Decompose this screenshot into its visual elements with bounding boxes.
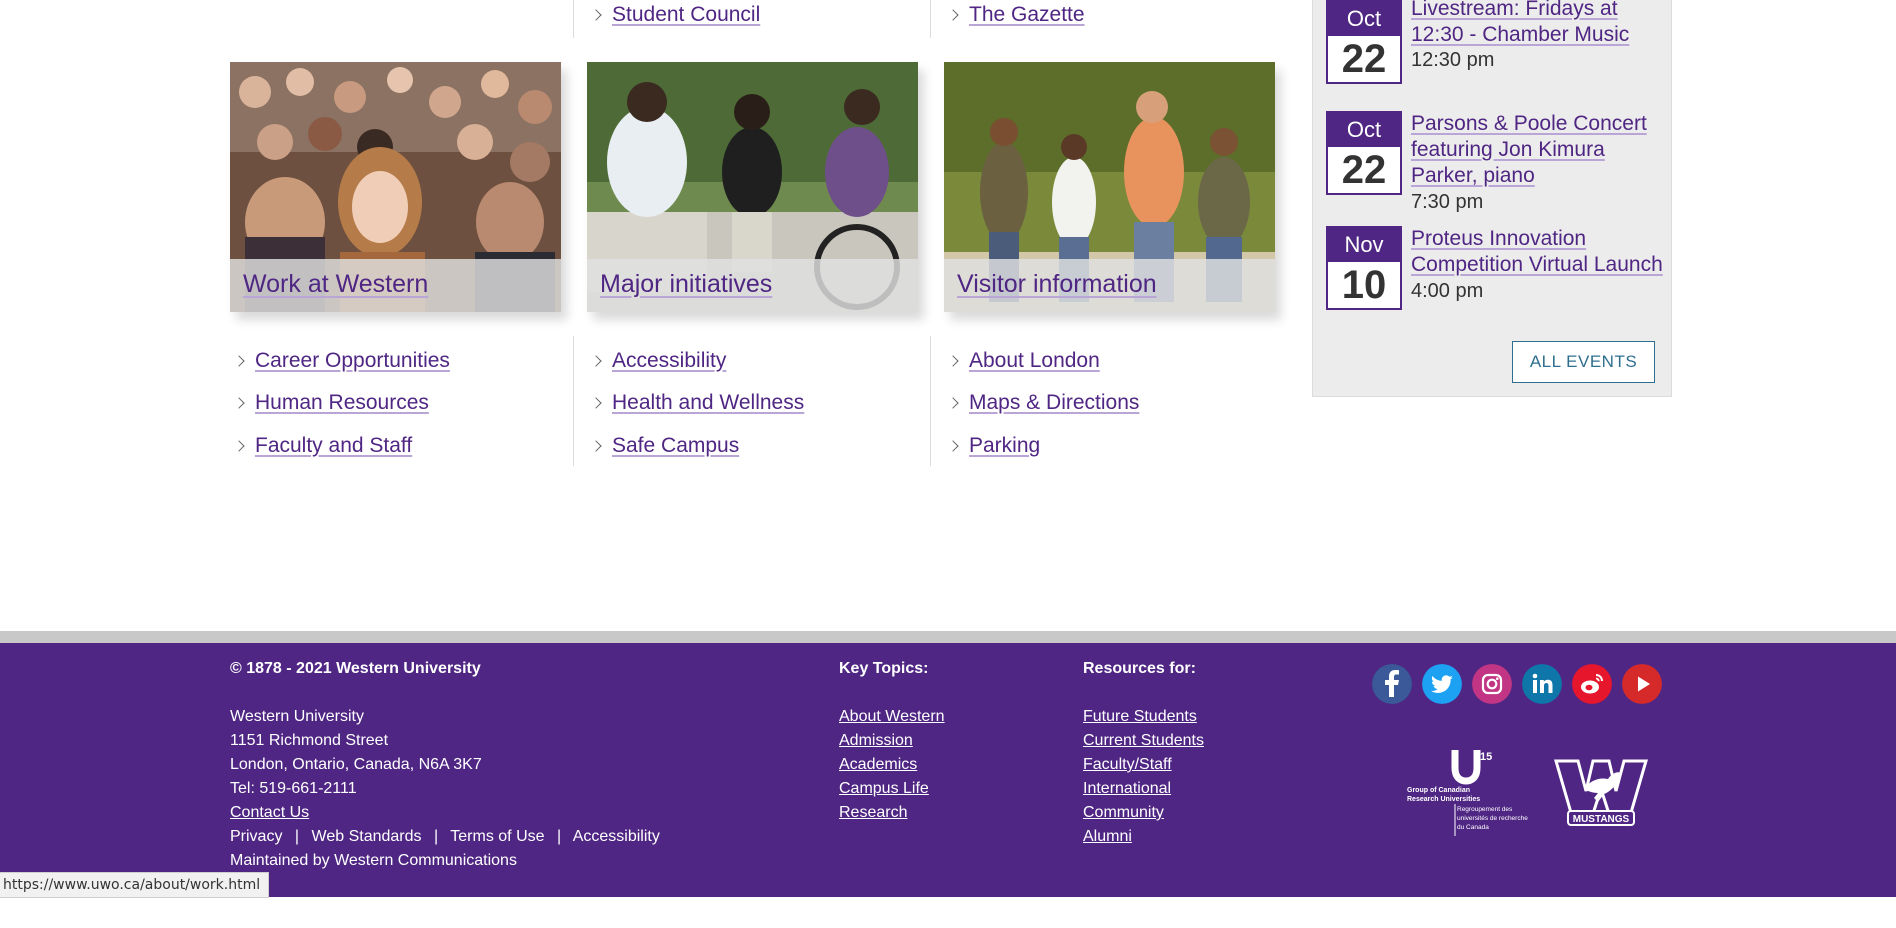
event-month: Nov (1328, 228, 1400, 262)
status-bar-url: https://www.uwo.ca/about/work.html (0, 872, 270, 898)
youtube-icon[interactable] (1622, 664, 1662, 704)
svg-text:universités de recherche: universités de recherche (1457, 815, 1528, 822)
chevron-right-icon (590, 397, 602, 409)
link-the-gazette[interactable]: The Gazette (969, 3, 1085, 27)
footer-top-band (0, 631, 1896, 643)
card-visitor-information[interactable]: Visitor information (944, 62, 1275, 312)
key-topic-link[interactable]: Academics (839, 756, 917, 774)
column-divider (573, 336, 574, 466)
resource-link[interactable]: Alumni (1083, 828, 1132, 846)
footer-contact-link[interactable]: Contact Us (230, 804, 309, 822)
event-title-link[interactable]: Livestream: Fridays at 12:30 - Chamber M… (1411, 0, 1671, 48)
mustangs-logo-graphic: MUSTANGS (1554, 759, 1648, 826)
column-divider (930, 336, 931, 466)
event-day: 22 (1341, 148, 1387, 192)
key-topic-link[interactable]: Research (839, 804, 907, 822)
chevron-right-icon (233, 397, 245, 409)
link-maps-and-directions[interactable]: Maps & Directions (969, 391, 1139, 415)
svg-text:Research Universities: Research Universities (1407, 796, 1480, 803)
key-topic-link[interactable]: Admission (839, 732, 913, 750)
weibo-icon[interactable] (1572, 664, 1612, 704)
card-title[interactable]: Major initiatives (600, 270, 772, 299)
card-major-initiatives[interactable]: Major initiatives (587, 62, 918, 312)
footer-copyright: © 1878 - 2021 Western University (230, 660, 481, 677)
link-career-opportunities[interactable]: Career Opportunities (255, 349, 450, 373)
card-title[interactable]: Work at Western (243, 270, 428, 299)
svg-text:du Canada: du Canada (1457, 824, 1489, 831)
event-title-link[interactable]: Parsons & Poole Concert featuring Jon Ki… (1411, 111, 1671, 189)
link-human-resources[interactable]: Human Resources (255, 391, 429, 415)
footer-legal-links: Privacy | Web Standards | Terms of Use |… (230, 828, 660, 846)
event-title-link[interactable]: Proteus Innovation Competition Virtual L… (1411, 226, 1671, 278)
link-safe-campus[interactable]: Safe Campus (612, 434, 739, 458)
all-events-button[interactable]: ALL EVENTS (1512, 341, 1655, 383)
event-day: 10 (1341, 263, 1387, 307)
link-accessibility[interactable]: Accessibility (612, 349, 726, 373)
footer-privacy-link[interactable]: Privacy (230, 828, 282, 845)
event-date-badge: Oct 22 (1326, 0, 1402, 84)
chevron-right-icon (947, 355, 959, 367)
chevron-right-icon (590, 355, 602, 367)
resource-link[interactable]: Future Students (1083, 708, 1197, 726)
svg-text:15: 15 (1480, 751, 1492, 763)
footer-web-standards-link[interactable]: Web Standards (312, 828, 422, 845)
event-time: 4:00 pm (1411, 280, 1484, 302)
footer-separator: | (294, 828, 300, 845)
svg-text:MUSTANGS: MUSTANGS (1573, 814, 1630, 825)
resource-link[interactable]: Faculty/Staff (1083, 756, 1172, 774)
footer-maintained-prefix: Maintained by (230, 852, 335, 869)
resource-link[interactable]: Current Students (1083, 732, 1204, 750)
footer-phone: Tel: 519-661-2111 (230, 780, 357, 797)
svg-text:Regroupement des: Regroupement des (1457, 806, 1513, 813)
mustangs-logo[interactable]: MUSTANGS (1554, 759, 1648, 831)
facebook-icon[interactable] (1372, 664, 1412, 704)
chevron-right-icon (233, 355, 245, 367)
instagram-icon[interactable] (1472, 664, 1512, 704)
event-date-badge: Oct 22 (1326, 111, 1402, 195)
chevron-right-icon (947, 440, 959, 452)
card-work-at-western[interactable]: Work at Western (230, 62, 561, 312)
footer-address-line: 1151 Richmond Street (230, 732, 389, 749)
link-health-and-wellness[interactable]: Health and Wellness (612, 391, 804, 415)
chevron-right-icon (947, 397, 959, 409)
key-topic-link[interactable]: About Western (839, 708, 945, 726)
key-topics-heading: Key Topics: (839, 660, 929, 677)
resource-link[interactable]: Community (1083, 804, 1164, 822)
u15-logo-graphic: 15 Group of Canadian Research Universiti… (1407, 750, 1528, 836)
footer-terms-link[interactable]: Terms of Use (450, 828, 544, 845)
svg-text:Group of Canadian: Group of Canadian (1407, 787, 1470, 794)
chevron-right-icon (590, 440, 602, 452)
footer-separator: | (433, 828, 439, 845)
event-day: 22 (1341, 37, 1387, 81)
event-month: Oct (1328, 2, 1400, 36)
link-faculty-and-staff[interactable]: Faculty and Staff (255, 434, 412, 458)
footer-accessibility-link[interactable]: Accessibility (573, 828, 660, 845)
link-parking[interactable]: Parking (969, 434, 1040, 458)
event-time: 12:30 pm (1411, 49, 1495, 71)
chevron-right-icon (233, 440, 245, 452)
footer-maintained-by: Maintained by Western Communications (230, 852, 517, 870)
footer-address-line: Western University (230, 708, 364, 725)
twitter-icon[interactable] (1422, 664, 1462, 704)
link-student-council[interactable]: Student Council (612, 3, 760, 27)
column-divider (573, 0, 574, 38)
key-topic-link[interactable]: Campus Life (839, 780, 929, 798)
event-time: 7:30 pm (1411, 191, 1484, 213)
event-month: Oct (1328, 113, 1400, 147)
footer-communications-link[interactable]: Western Communications (334, 852, 517, 869)
u15-logo[interactable]: 15 Group of Canadian Research Universiti… (1405, 748, 1535, 838)
resources-heading: Resources for: (1083, 660, 1196, 677)
chevron-right-icon (947, 9, 959, 21)
site-footer: © 1878 - 2021 Western University Western… (0, 643, 1896, 897)
linkedin-icon[interactable] (1522, 664, 1562, 704)
card-title[interactable]: Visitor information (957, 270, 1157, 299)
resource-link[interactable]: International (1083, 780, 1171, 798)
event-date-badge: Nov 10 (1326, 226, 1402, 310)
footer-separator: | (556, 828, 562, 845)
footer-address-line: London, Ontario, Canada, N6A 3K7 (230, 756, 482, 773)
link-about-london[interactable]: About London (969, 349, 1100, 373)
chevron-right-icon (590, 9, 602, 21)
column-divider (930, 0, 931, 38)
